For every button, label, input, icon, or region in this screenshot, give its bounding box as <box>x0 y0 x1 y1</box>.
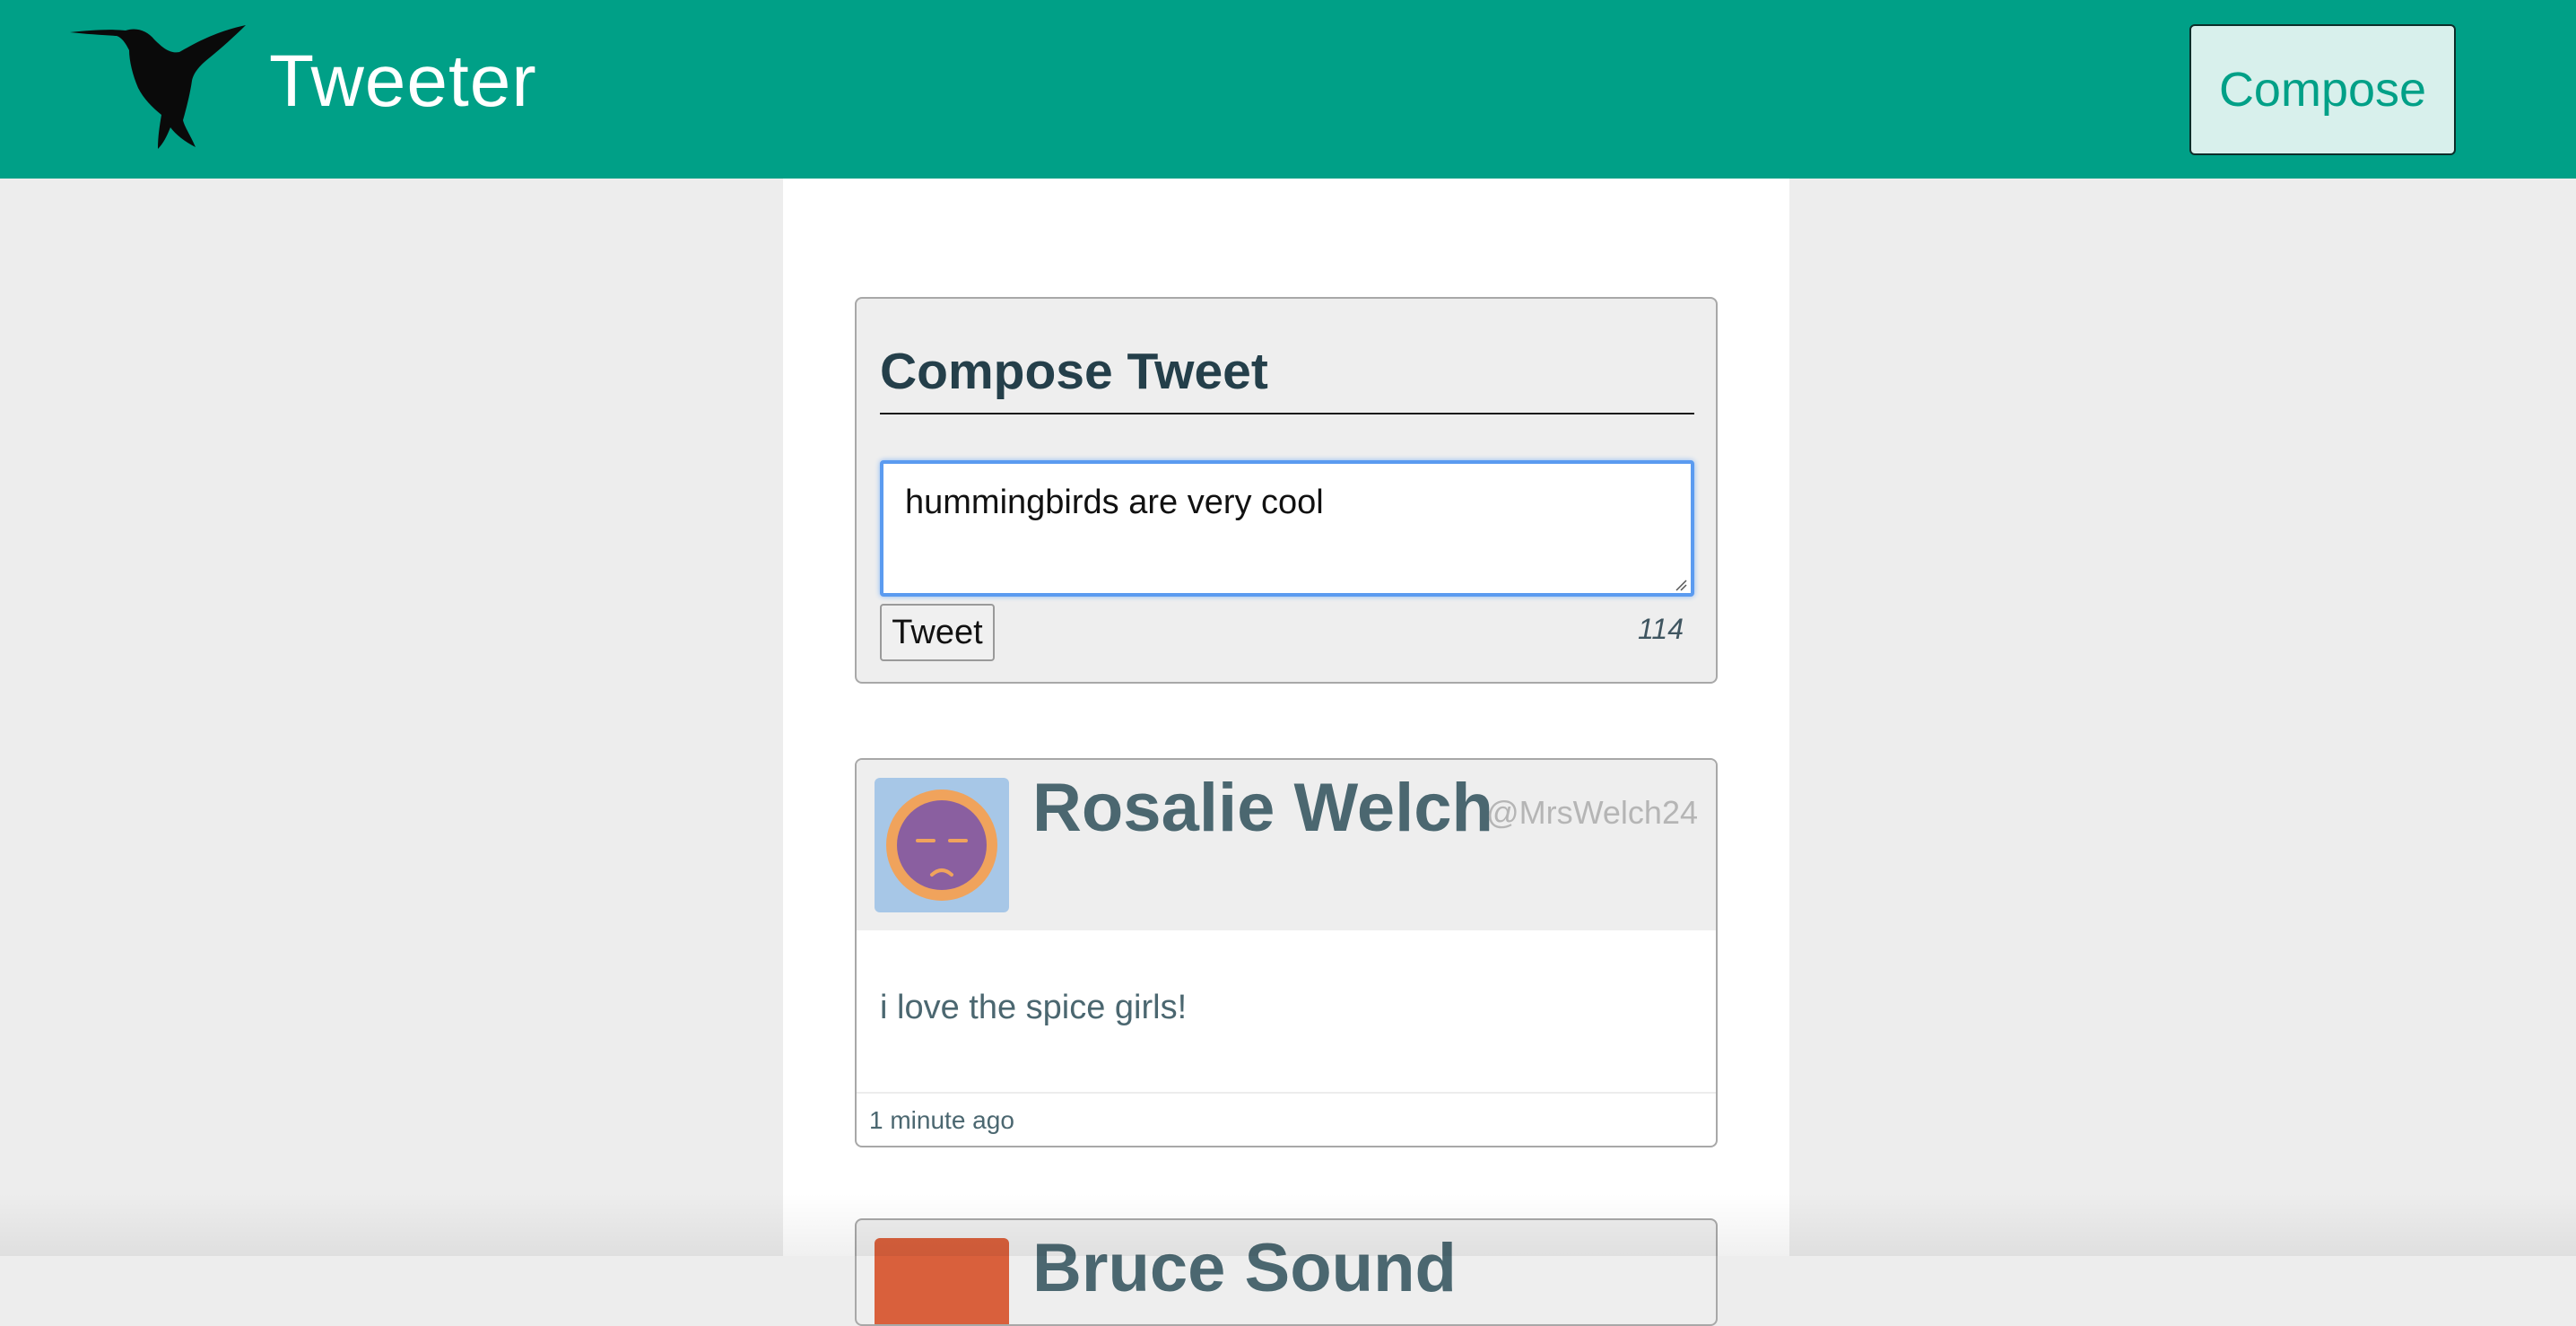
tweet-text: i love the spice girls! <box>880 989 1188 1026</box>
author-handle: @MrsWelch24 <box>1486 794 1698 831</box>
compose-nav-button[interactable]: Compose <box>2189 24 2456 155</box>
hummingbird-icon <box>70 25 246 149</box>
avatar-face-icon <box>886 789 997 901</box>
top-nav-bar: Tweeter Compose <box>0 0 2576 179</box>
tweet-timestamp: 1 minute ago <box>869 1106 1014 1134</box>
author-name: Rosalie Welch <box>1032 770 1493 846</box>
tweet-button[interactable]: Tweet <box>880 604 995 661</box>
tweet-card: Bruce Sound <box>855 1218 1718 1326</box>
tweet-footer: 1 minute ago <box>857 1092 1716 1146</box>
avatar <box>875 1238 1009 1324</box>
author-name: Bruce Sound <box>1032 1230 1457 1306</box>
tweet-header: Rosalie Welch @MrsWelch24 <box>857 760 1716 930</box>
compose-title: Compose Tweet <box>880 344 1694 414</box>
compose-tweet-panel: Compose Tweet hummingbirds are very cool… <box>855 297 1718 684</box>
char-counter: 114 <box>1637 613 1684 645</box>
tweet-card: Rosalie Welch @MrsWelch24 i love the spi… <box>855 758 1718 1147</box>
tweet-input[interactable]: hummingbirds are very cool <box>880 460 1694 597</box>
brand-title: Tweeter <box>269 40 537 122</box>
avatar <box>875 778 1009 912</box>
resize-grip-icon[interactable] <box>1675 579 1687 591</box>
